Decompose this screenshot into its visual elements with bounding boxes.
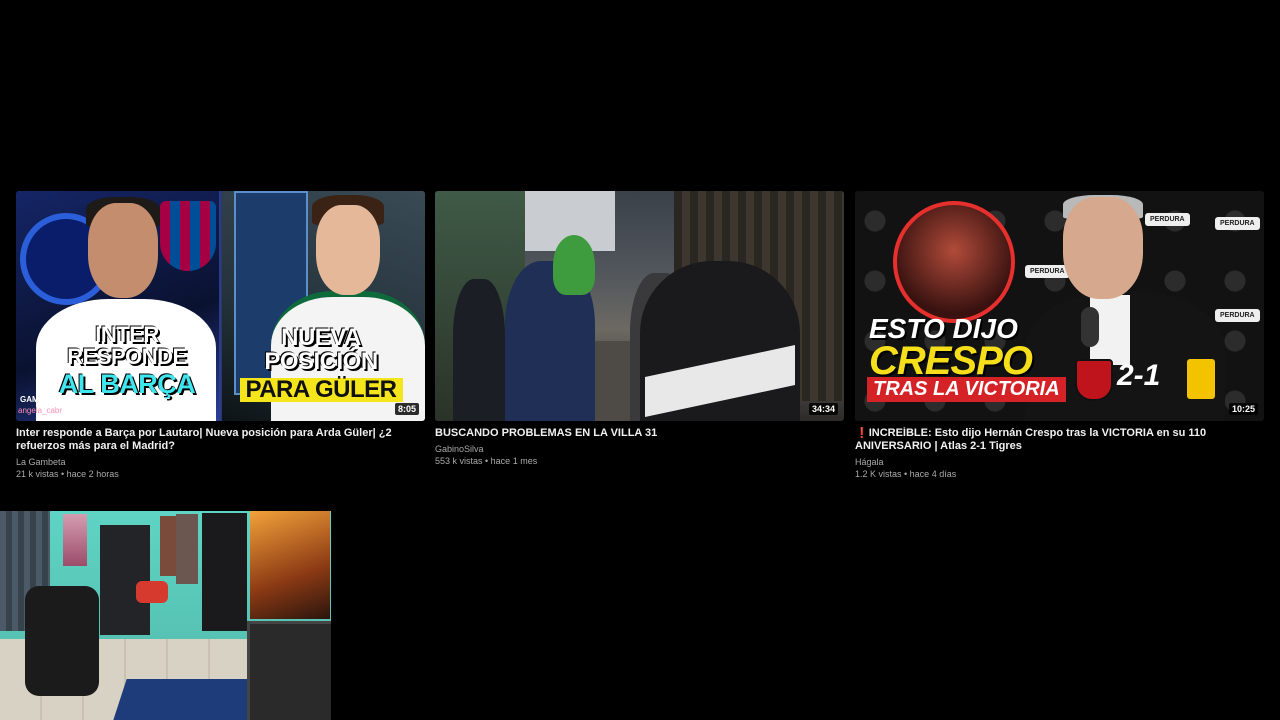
channel-name[interactable]: GabinoSilva <box>435 443 844 455</box>
coach-face <box>1063 197 1143 299</box>
thumbnail-caption-right: NUEVA POSICIÓN PARA GÜLER <box>226 326 416 402</box>
video-title[interactable]: Inter responde a Barça por Lautaro| Nuev… <box>16 427 425 453</box>
thumbnail-score: 2-1 <box>1117 359 1161 392</box>
video-meta: 553 k vistas • hace 1 mes <box>435 456 538 466</box>
video-title[interactable]: BUSCANDO PROBLEMAS EN LA VILLA 31 <box>435 427 844 440</box>
video-thumbnail[interactable]: INTER RESPONDE AL BARÇA NUEVA POSICIÓN P… <box>16 191 425 421</box>
video-title-text: INCREÍBLE: Esto dijo Hernán Crespo tras … <box>855 427 1207 452</box>
caption-line: NUEVA POSICIÓN <box>264 324 378 375</box>
thumbnail-overlay-tag: GAMBE NOTAS <box>20 395 80 404</box>
video-title[interactable]: ❗INCREÍBLE: Esto dijo Hernán Crespo tras… <box>855 427 1264 453</box>
microphone <box>1081 307 1099 347</box>
atlas-crest <box>1075 359 1113 401</box>
webcam-door <box>202 513 247 631</box>
video-card[interactable]: PERDURA PERDURA PERDURA PERDURA ESTO DIJ… <box>855 191 1264 480</box>
sponsor-logo: PERDURA <box>1025 265 1070 278</box>
webcam-poster <box>160 516 176 576</box>
person <box>453 279 505 421</box>
webcam-rug <box>113 679 267 720</box>
webcam-chair <box>25 586 99 696</box>
video-meta: 1.2 K vistas • hace 4 días <box>855 469 957 479</box>
webcam-poster <box>176 514 198 584</box>
video-thumbnail[interactable]: PERDURA PERDURA PERDURA PERDURA ESTO DIJ… <box>855 191 1264 421</box>
caption-line: INTER RESPONDE <box>67 322 187 369</box>
player-photo-circle <box>893 201 1015 323</box>
duration-badge: 10:25 <box>1228 403 1258 415</box>
caption-line: PARA GÜLER <box>239 378 403 402</box>
webcam-poster <box>63 514 87 566</box>
video-card[interactable]: 34:34 BUSCANDO PROBLEMAS EN LA VILLA 31 … <box>435 191 844 467</box>
caption-line: AL BARÇA <box>58 369 196 399</box>
thumbnail-caption: TRAS LA VICTORIA <box>867 377 1066 402</box>
player-face <box>88 203 158 298</box>
tigres-crest <box>1187 359 1215 399</box>
sponsor-logo: PERDURA <box>1215 309 1260 322</box>
overlay-username: angela_cabr <box>18 406 63 415</box>
warning-icon: ❗ <box>855 427 869 439</box>
duration-badge: 34:34 <box>808 403 838 415</box>
video-meta: 21 k vistas • hace 2 horas <box>16 469 119 479</box>
webcam-monitor <box>247 621 331 720</box>
green-hood <box>553 235 595 295</box>
player-face <box>316 205 380 295</box>
webcam-toy-car <box>136 581 168 603</box>
webcam-overlay <box>0 511 331 720</box>
channel-name[interactable]: Hágala <box>855 456 1264 468</box>
webcam-poster <box>250 511 330 619</box>
sponsor-logo: PERDURA <box>1145 213 1190 226</box>
video-card[interactable]: INTER RESPONDE AL BARÇA NUEVA POSICIÓN P… <box>16 191 425 480</box>
video-thumbnail[interactable]: 34:34 <box>435 191 844 421</box>
sponsor-logo: PERDURA <box>1215 217 1260 230</box>
duration-badge: 8:05 <box>394 403 419 415</box>
webcam-door <box>100 525 150 635</box>
thumbnail-caption-left: INTER RESPONDE AL BARÇA <box>42 324 212 398</box>
channel-name[interactable]: La Gambeta <box>16 456 425 468</box>
thumbnail-overlay-comment: angela_cabr : donde se fue? <box>18 406 119 415</box>
fcb-crest <box>160 201 216 271</box>
overlay-text: : donde se fue? <box>64 406 120 415</box>
